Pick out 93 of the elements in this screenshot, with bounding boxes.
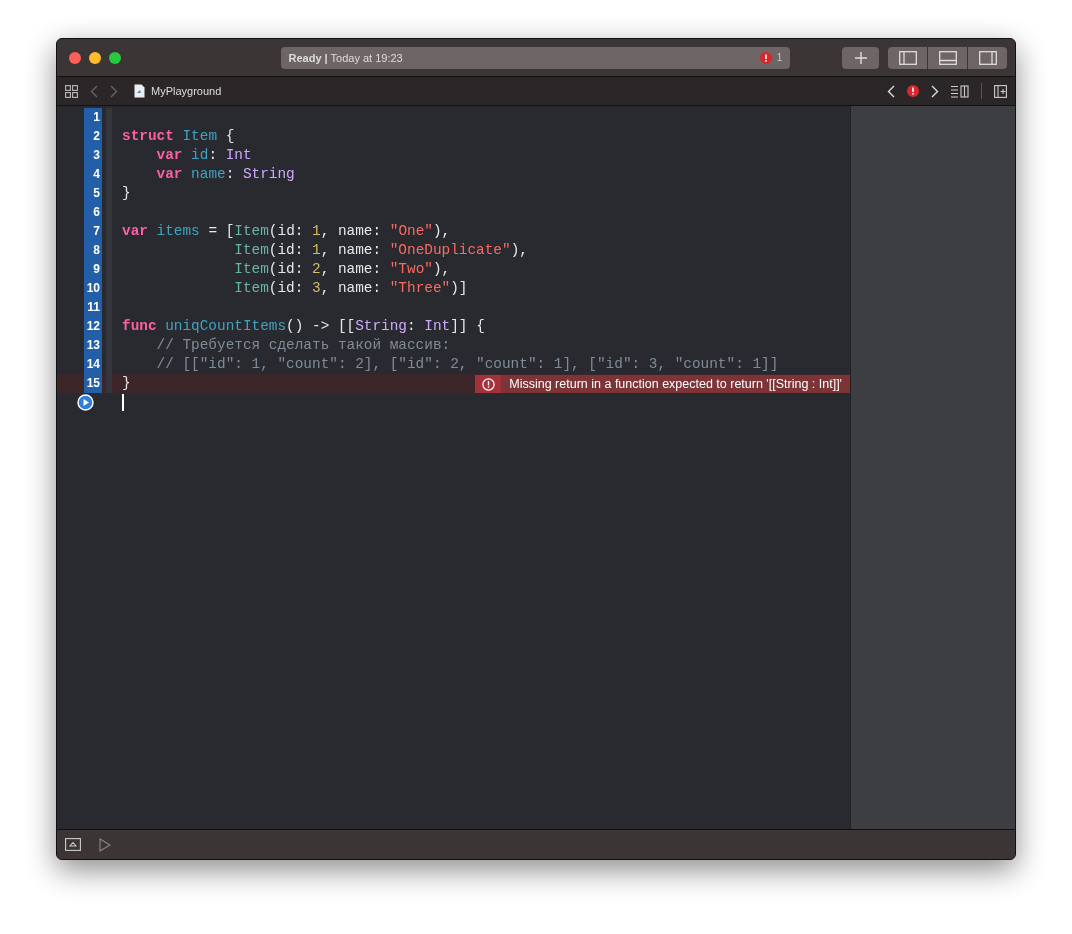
code-identifier: uniqCountItems <box>165 318 287 334</box>
line-number: 5 <box>84 184 102 203</box>
code-text: = [ <box>208 223 235 239</box>
zoom-button[interactable] <box>109 51 121 64</box>
code-type-reference: Item <box>234 242 269 258</box>
code-identifier: name <box>191 166 226 182</box>
code-number: 2 <box>312 261 321 277</box>
add-editor-icon[interactable] <box>994 84 1007 98</box>
code-keyword: var <box>122 223 148 239</box>
code-string: "One" <box>389 223 433 239</box>
inspector-toggle-button[interactable] <box>968 46 1007 69</box>
add-button[interactable] <box>842 46 880 69</box>
line-number: 12 <box>84 317 102 336</box>
line-number: 4 <box>84 165 102 184</box>
file-icon <box>134 84 145 98</box>
code-text: () -> [[ <box>286 318 356 334</box>
code-text: (id: <box>268 223 304 239</box>
debug-area-toggle-button[interactable] <box>928 46 968 69</box>
debug-area-icon[interactable] <box>65 838 81 851</box>
plus-icon <box>853 50 868 65</box>
line-number: 13 <box>84 336 102 355</box>
code-text: , name: <box>320 261 382 277</box>
code-text: (id: <box>268 261 304 277</box>
minimize-button[interactable] <box>89 51 101 64</box>
code-text: } <box>122 375 131 391</box>
status-text: Ready | Today at 19:23 <box>288 51 404 64</box>
code-number: 1 <box>312 242 321 258</box>
code-text: ), <box>510 242 528 258</box>
code-text: : <box>407 318 416 334</box>
code-number: 3 <box>312 280 321 296</box>
code-string: "Two" <box>389 261 433 277</box>
code-type: Int <box>225 147 252 163</box>
back-icon[interactable] <box>90 84 98 98</box>
code-text: ), <box>432 261 451 277</box>
code-text: ]] { <box>450 318 485 334</box>
code-comment: // [["id": 1, "count": 2], ["id": 2, "count": 1], ["id": 3, "count": 1]] <box>156 356 779 372</box>
code-keyword: var <box>156 166 183 182</box>
play-icon[interactable] <box>99 837 111 852</box>
code-type: Int <box>424 318 451 334</box>
code-keyword: func <box>122 318 157 334</box>
code-text: : <box>208 147 218 163</box>
code-text: } <box>122 185 131 201</box>
line-number: 14 <box>84 355 102 374</box>
code-type: String <box>242 166 295 182</box>
code-text: { <box>225 128 235 144</box>
code-identifier: id <box>191 147 209 163</box>
code-string: "Three" <box>389 280 451 296</box>
run-button-icon[interactable] <box>77 394 94 411</box>
line-number: 11 <box>84 298 102 317</box>
grid-icon[interactable] <box>65 84 78 98</box>
line-number: 15 <box>84 374 102 393</box>
right-panel-icon <box>978 50 997 65</box>
code-text: ), <box>432 223 451 239</box>
code-text: )] <box>450 280 468 296</box>
code-text: (id: <box>268 242 304 258</box>
navigator-toggle-button[interactable] <box>888 46 928 69</box>
code-identifier: items <box>156 223 200 239</box>
error-icon[interactable] <box>907 85 919 97</box>
error-message: Missing return in a function expected to return '[[String : Int]]' <box>475 375 850 393</box>
editor-options-icon[interactable] <box>951 84 969 98</box>
code-type-reference: Item <box>234 261 269 277</box>
left-panel-icon <box>898 50 917 65</box>
text-cursor <box>122 393 124 411</box>
file-name[interactable]: MyPlayground <box>151 85 222 97</box>
code-string: "OneDuplicate" <box>389 242 511 258</box>
error-icon <box>481 377 495 391</box>
line-number: 2 <box>84 127 102 146</box>
line-number: 8 <box>84 241 102 260</box>
code-text: , name: <box>320 242 382 258</box>
previous-issue-icon[interactable] <box>887 84 895 98</box>
line-number: 6 <box>84 203 102 222</box>
code-number: 1 <box>312 223 321 239</box>
code-identifier: Item <box>182 128 217 144</box>
line-number: 1 <box>84 108 102 127</box>
code-keyword: var <box>156 147 183 163</box>
code-keyword: struct <box>122 128 174 144</box>
close-button[interactable] <box>69 51 81 64</box>
code-text: , name: <box>320 280 382 296</box>
next-issue-icon[interactable] <box>931 84 939 98</box>
code-type-reference: Item <box>234 223 269 239</box>
forward-icon[interactable] <box>110 84 118 98</box>
bottom-panel-icon <box>938 50 957 65</box>
code-text: : <box>225 166 235 182</box>
error-count: 1 <box>776 52 783 63</box>
code-text: (id: <box>268 280 304 296</box>
line-number: 3 <box>84 146 102 165</box>
code-type-reference: Item <box>234 280 269 296</box>
code-text: , name: <box>320 223 382 239</box>
code-comment: // Требуется сделать такой массив: <box>156 337 451 353</box>
line-number: 9 <box>84 260 102 279</box>
line-number: 7 <box>84 222 102 241</box>
line-number: 10 <box>84 279 102 298</box>
code-type: String <box>355 318 407 334</box>
